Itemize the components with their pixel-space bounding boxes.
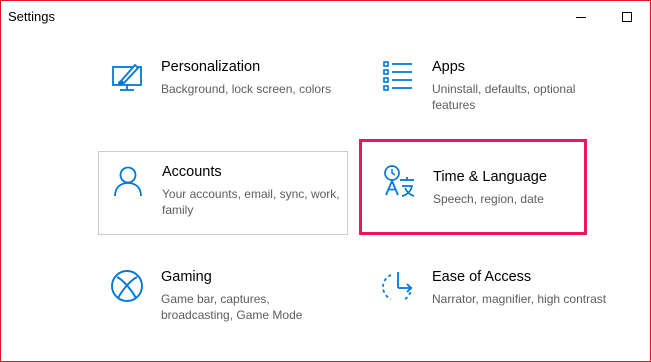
tile-description: Your accounts, email, sync, work, family xyxy=(162,187,340,217)
tile-description: Game bar, captures, broadcasting, Game M… xyxy=(161,292,303,322)
title-bar[interactable]: Settings xyxy=(1,1,650,33)
tile-title: Gaming xyxy=(161,269,212,285)
apps-icon xyxy=(381,59,415,93)
tile-accounts[interactable]: Accounts Your accounts, email, sync, wor… xyxy=(98,151,348,235)
tile-apps[interactable]: Apps Uninstall, defaults, optional featu… xyxy=(369,47,619,129)
personalization-icon xyxy=(110,59,144,93)
time-language-icon xyxy=(383,164,417,198)
window-controls xyxy=(558,1,650,33)
minimize-icon xyxy=(576,17,586,18)
minimize-button[interactable] xyxy=(558,1,604,33)
tile-description: Background, lock screen, colors xyxy=(161,82,332,96)
maximize-button[interactable] xyxy=(604,1,650,33)
tile-title: Ease of Access xyxy=(432,269,532,285)
tile-gaming[interactable]: Gaming Game bar, captures, broadcasting,… xyxy=(98,257,348,341)
tile-title: Apps xyxy=(432,59,466,75)
tile-title: Time & Language xyxy=(433,169,547,185)
maximize-icon xyxy=(622,12,632,22)
tile-time-language[interactable]: Time & Language Speech, region, date xyxy=(359,139,587,235)
window-title: Settings xyxy=(8,9,55,24)
settings-window: Settings Personalization Background, loc… xyxy=(0,0,651,362)
tile-title: Personalization xyxy=(161,59,261,75)
tile-description: Uninstall, defaults, optional features xyxy=(432,82,576,112)
tile-description: Narrator, magnifier, high contrast xyxy=(432,292,607,306)
tile-personalization[interactable]: Personalization Background, lock screen,… xyxy=(98,47,348,129)
xbox-icon xyxy=(110,269,144,303)
tile-ease-of-access[interactable]: Ease of Access Narrator, magnifier, high… xyxy=(369,257,619,341)
accounts-icon xyxy=(111,164,145,198)
tile-title: Accounts xyxy=(162,164,222,180)
tile-description: Speech, region, date xyxy=(433,192,544,206)
ease-of-access-icon xyxy=(381,269,415,303)
